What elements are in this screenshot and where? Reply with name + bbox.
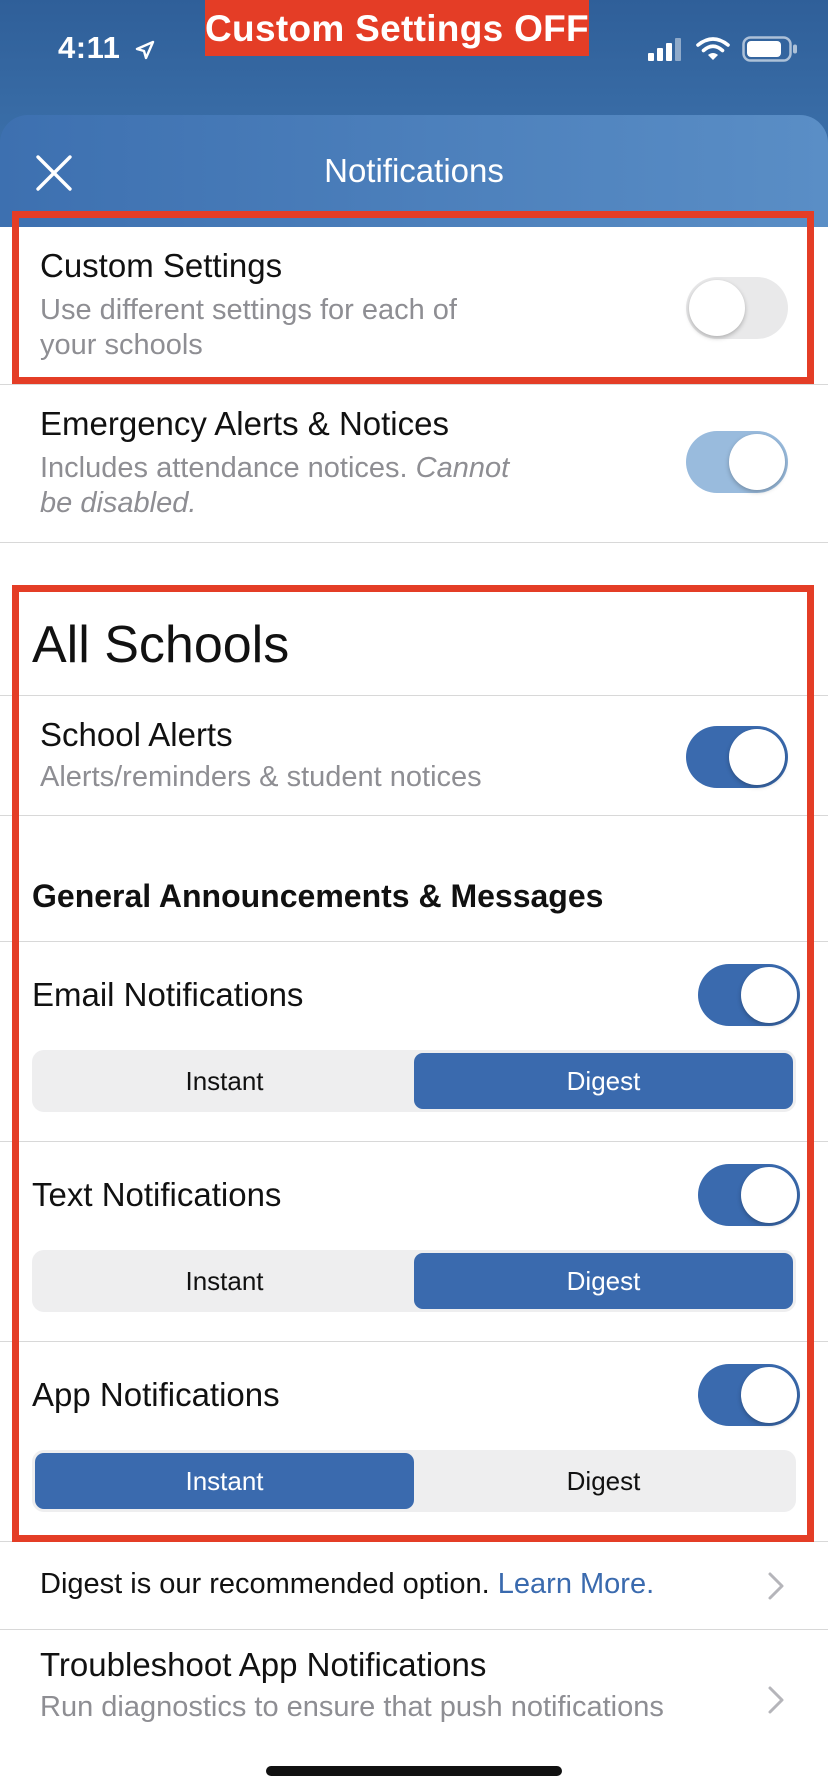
email-notifications-toggle[interactable]	[698, 964, 800, 1026]
app-notifications-toggle[interactable]	[698, 1364, 800, 1426]
chevron-right-icon	[768, 1686, 784, 1714]
text-notifications-title: Text Notifications	[32, 1176, 282, 1213]
sheet-header: Notifications	[0, 115, 828, 227]
troubleshoot-title: Troubleshoot App Notifications	[40, 1646, 487, 1683]
toggle-knob	[741, 967, 797, 1023]
toggle-knob	[741, 1367, 797, 1423]
app-notifications-row: App Notifications Instant Digest	[0, 1342, 828, 1542]
toggle-knob	[729, 729, 785, 785]
custom-settings-off-banner: Custom Settings OFF	[205, 0, 589, 56]
app-instant-option[interactable]: Instant	[35, 1453, 414, 1509]
email-instant-option[interactable]: Instant	[35, 1053, 414, 1109]
text-notifications-row: Text Notifications Instant Digest	[0, 1142, 828, 1342]
emergency-alerts-subtitle-line2: be disabled.	[40, 486, 196, 521]
emergency-alerts-subtitle-line1: Includes attendance notices. Cannot	[40, 451, 509, 486]
emergency-alerts-row: Emergency Alerts & Notices Includes atte…	[0, 385, 828, 543]
text-instant-option[interactable]: Instant	[35, 1253, 414, 1309]
custom-settings-subtitle-line2: your schools	[40, 329, 203, 361]
email-notifications-row: Email Notifications Instant Digest	[0, 942, 828, 1142]
school-alerts-row[interactable]: School Alerts Alerts/reminders & student…	[0, 696, 828, 816]
text-notifications-toggle[interactable]	[698, 1164, 800, 1226]
email-frequency-segmented-control: Instant Digest	[32, 1050, 796, 1112]
text-digest-option[interactable]: Digest	[414, 1253, 793, 1309]
app-frequency-segmented-control: Instant Digest	[32, 1450, 796, 1512]
toggle-knob	[741, 1167, 797, 1223]
text-frequency-segmented-control: Instant Digest	[32, 1250, 796, 1312]
status-bar-time: 4:11	[58, 30, 155, 66]
email-notifications-title: Email Notifications	[32, 976, 304, 1013]
emergency-alerts-title: Emergency Alerts & Notices	[40, 405, 449, 442]
all-schools-heading-row: All Schools	[0, 585, 828, 696]
wifi-icon	[696, 37, 730, 60]
learn-more-link[interactable]: Learn More.	[498, 1568, 654, 1600]
location-arrow-icon	[136, 40, 155, 60]
school-alerts-subtitle: Alerts/reminders & student notices	[40, 761, 482, 793]
email-digest-option[interactable]: Digest	[414, 1053, 793, 1109]
general-announcements-heading-row: General Announcements & Messages	[0, 816, 828, 942]
settings-content: Custom Settings Use different settings f…	[0, 227, 828, 1792]
app-notifications-title: App Notifications	[32, 1376, 280, 1413]
battery-icon	[742, 36, 797, 62]
school-alerts-toggle[interactable]	[686, 726, 788, 788]
emergency-alerts-toggle	[686, 431, 788, 493]
general-announcements-title: General Announcements & Messages	[32, 878, 604, 914]
status-icons	[648, 36, 798, 62]
custom-settings-title: Custom Settings	[40, 247, 283, 284]
digest-info-row[interactable]: Digest is our recommended option. Learn …	[0, 1542, 828, 1630]
emergency-subtitle-text: Includes attendance notices.	[40, 452, 416, 484]
toggle-knob	[729, 434, 785, 490]
home-indicator[interactable]	[266, 1766, 562, 1776]
emergency-subtitle-italic-2: be disabled.	[40, 487, 197, 519]
troubleshoot-row[interactable]: Troubleshoot App Notifications Run diagn…	[0, 1630, 828, 1754]
chevron-right-icon	[768, 1572, 784, 1600]
page-title: Notifications	[324, 152, 504, 189]
custom-settings-subtitle-line1: Use different settings for each of	[40, 294, 457, 326]
app-digest-option[interactable]: Digest	[414, 1453, 793, 1509]
custom-settings-toggle[interactable]	[686, 277, 788, 339]
school-alerts-title: School Alerts	[40, 716, 233, 753]
digest-info-label: Digest is our recommended option.	[40, 1568, 498, 1600]
cellular-signal-icon	[648, 38, 681, 61]
status-time-text: 4:11	[58, 30, 121, 65]
toggle-knob	[689, 280, 745, 336]
troubleshoot-subtitle: Run diagnostics to ensure that push noti…	[40, 1691, 664, 1723]
digest-info-text: Digest is our recommended option. Learn …	[40, 1568, 654, 1601]
emergency-subtitle-italic: Cannot	[415, 452, 510, 484]
custom-settings-row[interactable]: Custom Settings Use different settings f…	[0, 227, 828, 385]
all-schools-title: All Schools	[32, 616, 290, 674]
